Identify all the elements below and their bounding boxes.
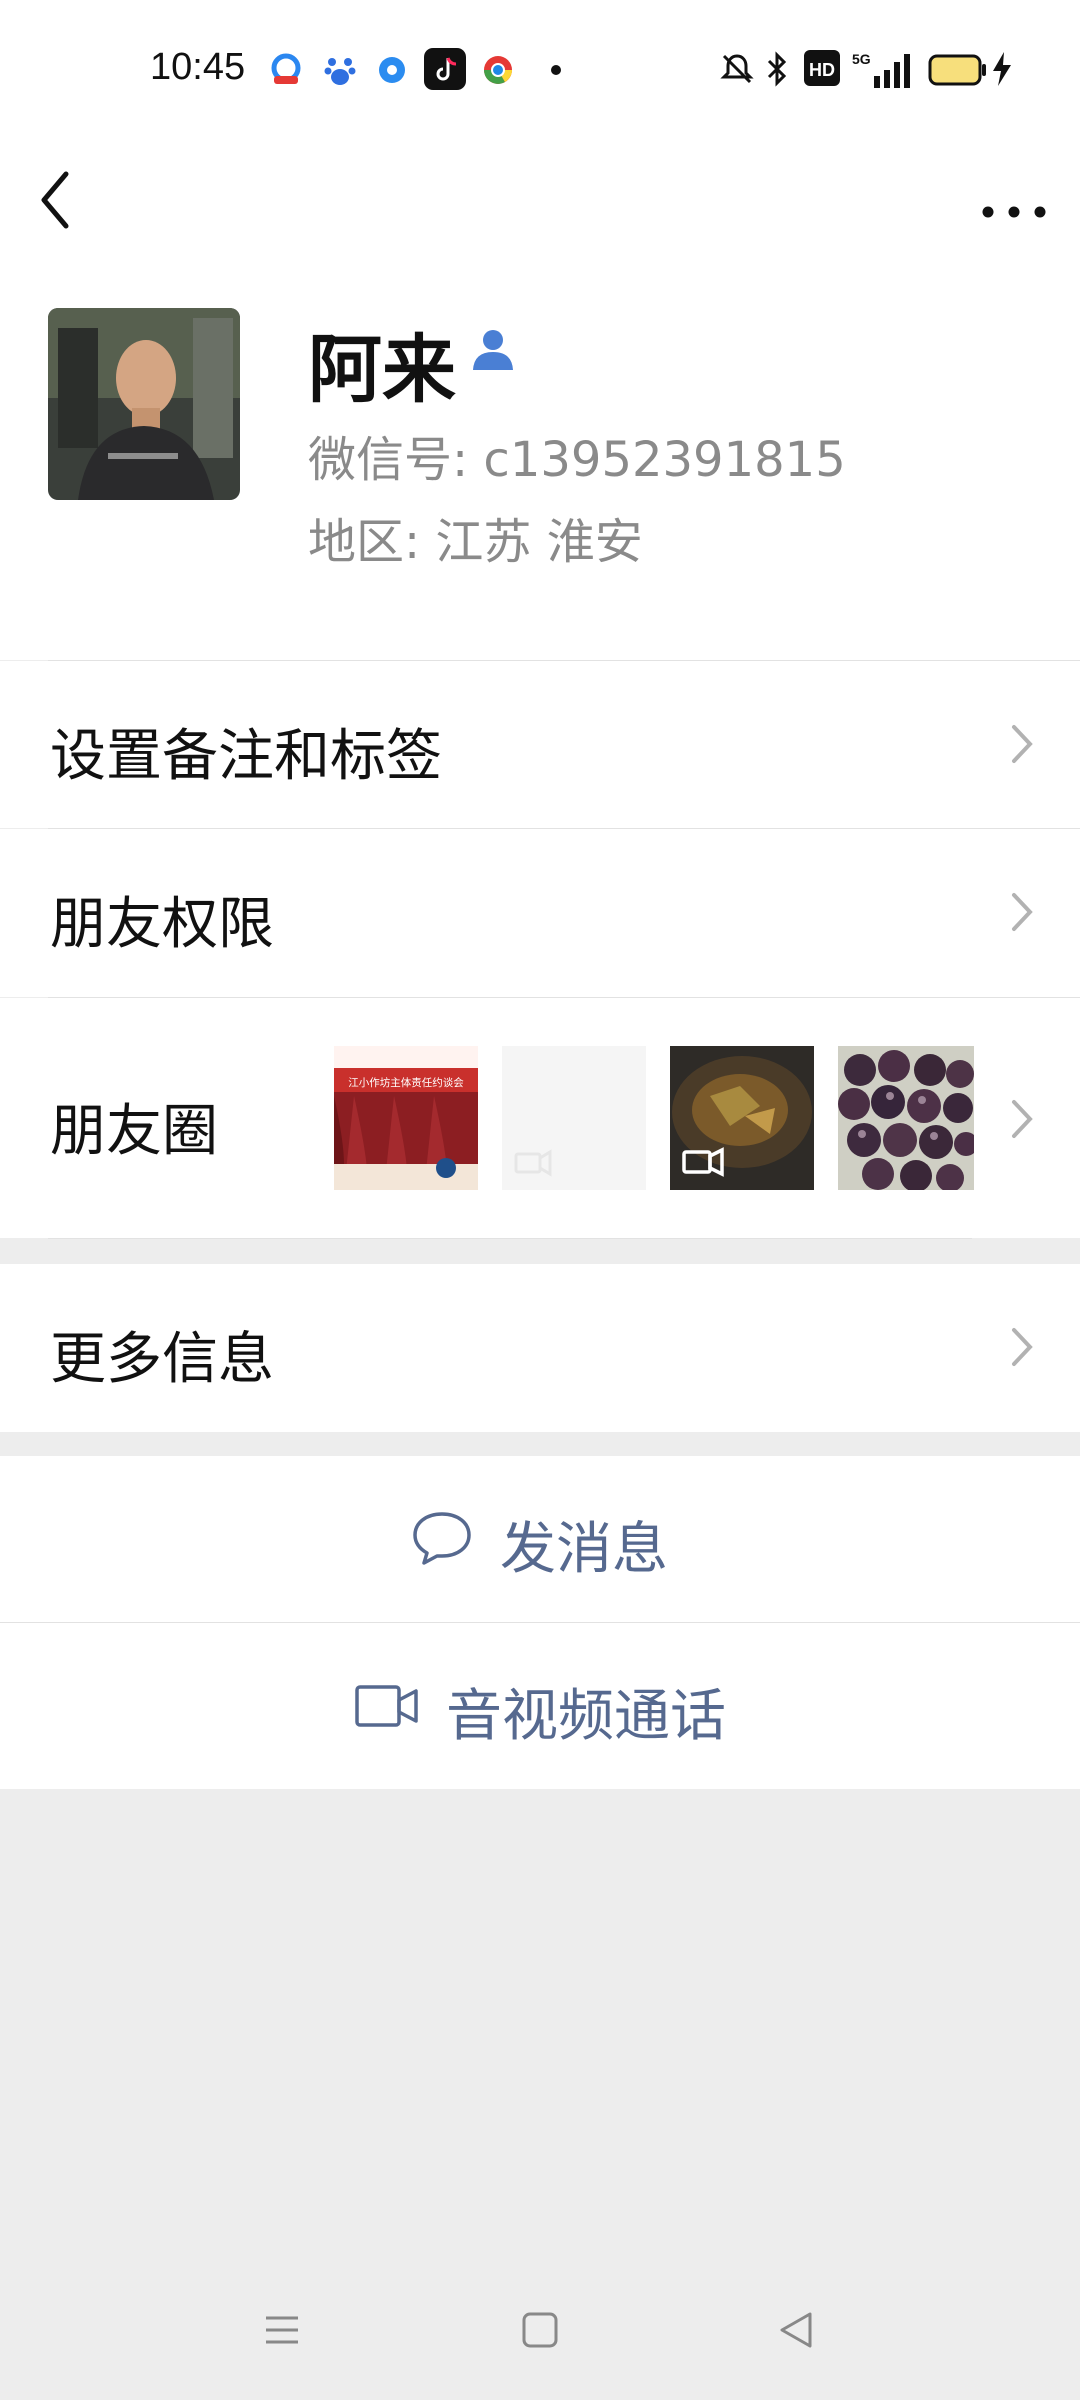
row-more-info[interactable]: 更多信息 xyxy=(0,1264,1080,1432)
dot-icon xyxy=(551,65,561,75)
top-bar xyxy=(0,140,1080,260)
battery-icon xyxy=(928,54,986,86)
qq-browser-icon xyxy=(271,53,301,84)
network-text: 5G xyxy=(852,51,871,67)
status-bar: 10:45 HD 5G xyxy=(0,0,1080,140)
signal-5g-icon: 5G xyxy=(852,51,910,88)
row-friend-permissions[interactable]: 朋友权限 xyxy=(0,829,1080,997)
moments-thumbnail-3[interactable] xyxy=(670,1046,814,1190)
chat-bubble-icon xyxy=(413,1512,471,1565)
wechat-id: 微信号: c13952391815 xyxy=(308,432,846,488)
hd-text: HD xyxy=(809,60,835,80)
screen: 10:45 HD 5G 阿来 微信号: c13952391815 地区: 江苏 … xyxy=(0,0,1080,2400)
status-time: 10:45 xyxy=(150,46,246,88)
chevron-right-icon xyxy=(1012,1328,1033,1366)
send-message-button[interactable]: 发消息 xyxy=(0,1456,1080,1622)
moments-label: 朋友圈 xyxy=(50,1099,218,1164)
row-remarks-tags[interactable]: 设置备注和标签 xyxy=(0,661,1080,828)
send-message-label: 发消息 xyxy=(500,1517,668,1582)
bluetooth-icon xyxy=(767,51,787,87)
moments-thumbnail-4[interactable] xyxy=(838,1046,974,1190)
chevron-right-icon xyxy=(1012,893,1033,931)
home-nav-icon[interactable] xyxy=(520,2310,560,2350)
menu-nav-icon[interactable] xyxy=(262,2310,302,2350)
baidu-icon xyxy=(324,58,356,85)
video-camera-icon xyxy=(355,1685,418,1727)
profile-header: 阿来 微信号: c13952391815 地区: 江苏 淮安 xyxy=(0,260,1080,660)
mute-icon xyxy=(720,54,754,84)
chrome-icon xyxy=(484,56,512,84)
moments-thumbnail-1[interactable]: 江小作坊主体责任约谈会 xyxy=(334,1046,478,1190)
hd-icon: HD xyxy=(804,50,840,86)
person-icon xyxy=(473,330,513,370)
charging-icon xyxy=(993,52,1011,86)
permissions-label: 朋友权限 xyxy=(50,892,274,957)
row-moments[interactable]: 朋友圈 江小作坊主体责任约谈会 xyxy=(0,998,1080,1238)
remarks-label: 设置备注和标签 xyxy=(50,724,442,789)
moments-thumbnail-2[interactable] xyxy=(502,1046,646,1190)
thumbnail-banner-text: 江小作坊主体责任约谈会 xyxy=(348,1076,464,1089)
divider xyxy=(48,1238,972,1239)
more-info-label: 更多信息 xyxy=(50,1327,274,1392)
video-call-button[interactable]: 音视频通话 xyxy=(0,1623,1080,1789)
tiktok-icon xyxy=(424,48,466,90)
back-nav-icon[interactable] xyxy=(776,2310,816,2350)
chevron-right-icon xyxy=(1012,725,1033,763)
avatar[interactable] xyxy=(48,308,240,500)
chevron-right-icon xyxy=(1012,1100,1033,1138)
video-call-label: 音视频通话 xyxy=(446,1684,726,1749)
region: 地区: 江苏 淮安 xyxy=(308,514,643,570)
more-options-button[interactable] xyxy=(974,166,1054,236)
profile-name: 阿来 xyxy=(308,327,456,413)
back-button[interactable] xyxy=(30,160,90,240)
blue-dot-icon xyxy=(379,57,405,83)
